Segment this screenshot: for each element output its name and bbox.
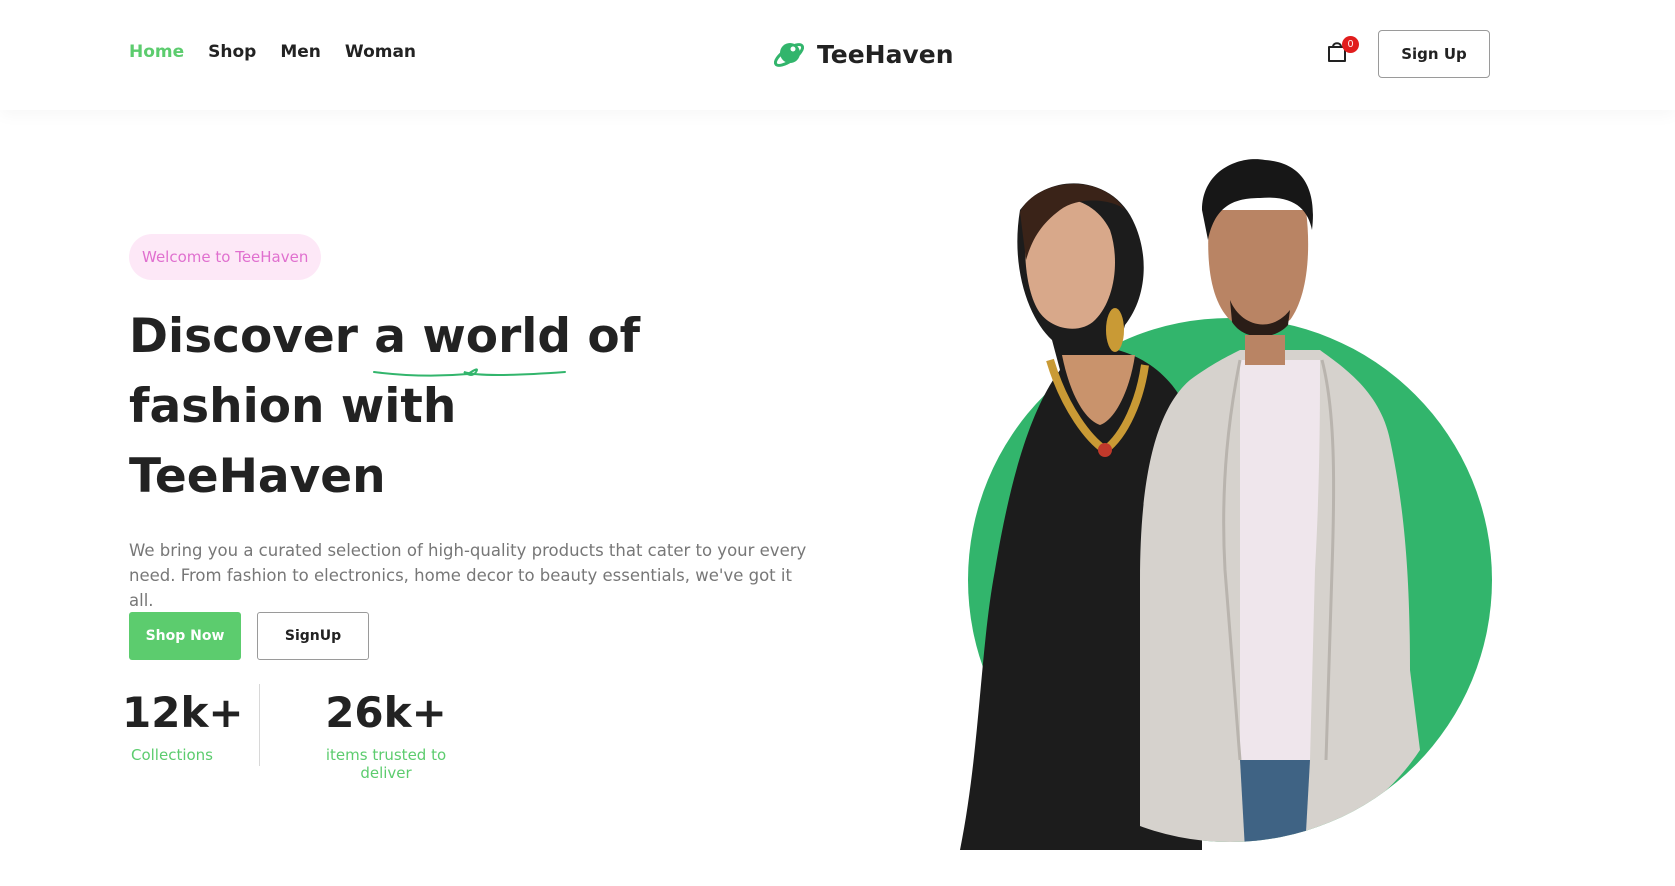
nav-link-shop[interactable]: Shop [208, 42, 256, 62]
hero-signup-button[interactable]: SignUp [257, 612, 369, 660]
nav-link-woman[interactable]: Woman [345, 42, 416, 62]
nav-link-men[interactable]: Men [280, 42, 321, 62]
hero-image [960, 159, 1492, 850]
stat-items-delivered: 26k+ items trusted to deliver [300, 688, 472, 782]
brand[interactable]: TeeHaven [771, 36, 954, 72]
stat-label: items trusted to deliver [325, 746, 447, 782]
title-underline-squiggle [373, 368, 566, 377]
cart-count-badge: 0 [1342, 36, 1359, 53]
nav-link-home[interactable]: Home [129, 42, 184, 62]
planet-logo-icon [773, 43, 805, 67]
stat-collections: 12k+ Collections [122, 688, 244, 764]
hero-title: Discover a world of fashion with TeeHave… [129, 302, 689, 512]
stat-divider [259, 684, 260, 766]
cart-button[interactable]: 0 [1326, 36, 1359, 65]
hero-description: We bring you a curated selection of high… [129, 541, 807, 610]
shop-now-button[interactable]: Shop Now [129, 612, 241, 660]
navbar: Home Shop Men Woman TeeHaven 0 Sign Up [0, 0, 1675, 110]
stat-value: 12k+ [122, 688, 244, 737]
man-model-image [1140, 159, 1420, 842]
stat-label: Collections [130, 746, 213, 764]
signup-button[interactable]: Sign Up [1378, 30, 1490, 78]
main-nav: Home Shop Men Woman [129, 42, 416, 62]
stat-value: 26k+ [325, 688, 447, 737]
brand-name: TeeHaven [817, 39, 954, 69]
welcome-badge: Welcome to TeeHaven [129, 234, 322, 280]
hero-title-line-3: TeeHaven [129, 449, 386, 504]
